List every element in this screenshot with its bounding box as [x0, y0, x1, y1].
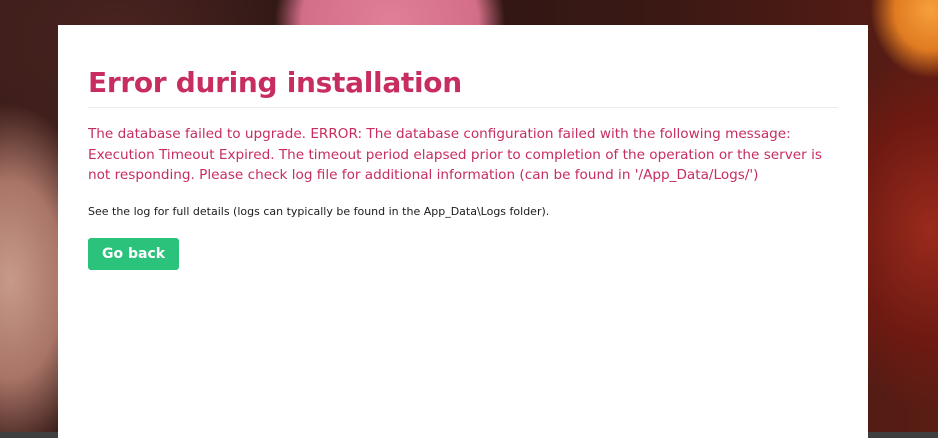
- title-divider: [88, 107, 838, 108]
- go-back-button[interactable]: Go back: [88, 237, 180, 270]
- page-title: Error during installation: [88, 66, 462, 99]
- log-note: See the log for full details (logs can t…: [88, 204, 550, 218]
- error-message: The database failed to upgrade. ERROR: T…: [88, 126, 822, 183]
- error-panel: Error during installation The database f…: [58, 25, 868, 438]
